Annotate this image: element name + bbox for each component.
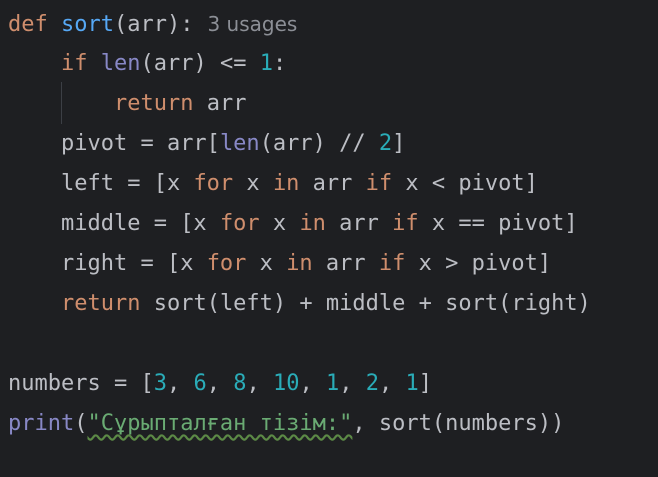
code-text: x > pivot] [405,251,552,276]
code-text: arr [325,211,393,236]
code-text: , sort(numbers)) [352,411,565,436]
code-text: : [272,51,287,76]
builtin-len: len [219,131,260,156]
separator: , [246,371,273,396]
keyword-in: in [299,211,326,236]
separator: , [166,371,194,396]
usages-hint[interactable]: 3 usages [207,12,297,36]
code-editor[interactable]: def sort(arr): 3 usages if len(arr) <= 1:… [0,0,658,477]
keyword-if: if [378,251,406,276]
code-line-4[interactable]: pivot = arr[len(arr) // 2] [8,124,405,164]
keyword-in: in [272,171,300,196]
number-literal: 2 [378,131,393,156]
keyword-if: if [365,171,393,196]
keyword-if: if [392,211,419,236]
builtin-print: print [8,411,75,436]
code-line-7[interactable]: right = [x for x in arr if x > pivot] [8,244,551,284]
string-literal: "Сұрыпталған тізім:" [87,411,353,436]
code-line-6[interactable]: middle = [x for x in arr if x == pivot] [8,204,578,244]
builtin-len: len [100,51,141,76]
keyword-return: return [113,91,194,116]
keyword-in: in [286,251,313,276]
number-literal: 1 [325,371,340,396]
code-text: (arr) <= [140,51,260,76]
code-line-3[interactable]: return arr [8,84,246,124]
code-text: numbers = [ [8,371,154,396]
code-text: ( [74,411,88,436]
code-text: right = [x [60,251,207,276]
code-line-1[interactable]: def sort(arr): 3 usages [8,4,297,44]
number-literal: 1 [405,371,419,396]
code-text: pivot = arr[ [60,131,220,156]
code-line-10[interactable]: numbers = [3, 6, 8, 10, 1, 2, 1] [8,364,432,404]
code-text: left = [x [60,171,194,196]
keyword-for: for [206,251,247,276]
code-text: x [233,171,273,196]
number-literal: 2 [365,371,379,396]
separator: , [339,371,366,396]
code-line-8[interactable]: return sort(left) + middle + sort(right) [8,284,591,324]
separator: , [299,371,326,396]
separator: , [378,371,406,396]
number-literal: 10 [272,371,300,396]
function-name[interactable]: sort [61,12,114,37]
code-text: ] [392,131,406,156]
code-text: x == pivot] [418,211,578,236]
number-literal: 8 [233,371,247,396]
code-text: x [246,251,287,276]
code-text: arr [299,171,366,196]
code-text: x [259,211,300,236]
code-line-11[interactable]: print("Сұрыпталған тізім:", sort(numbers… [8,404,564,444]
code-text: arr [312,251,379,276]
keyword-if: if [60,51,88,76]
keyword-for: for [193,171,234,196]
separator: , [206,371,234,396]
keyword-for: for [219,211,260,236]
number-literal: 1 [259,51,273,76]
code-text: (arr) // [259,131,379,156]
code-line-2[interactable]: if len(arr) <= 1: [8,44,286,84]
keyword-return: return [60,291,141,316]
code-text: sort(left) + middle + sort(right) [140,291,591,316]
function-params: (arr): [113,12,194,37]
code-text: x < pivot] [392,171,538,196]
code-text: arr [193,91,247,116]
code-line-5[interactable]: left = [x for x in arr if x < pivot] [8,164,538,204]
code-text: ] [418,371,432,396]
number-literal: 6 [193,371,207,396]
code-text: middle = [x [60,211,220,236]
keyword-def: def [8,12,48,37]
number-literal: 3 [153,371,167,396]
